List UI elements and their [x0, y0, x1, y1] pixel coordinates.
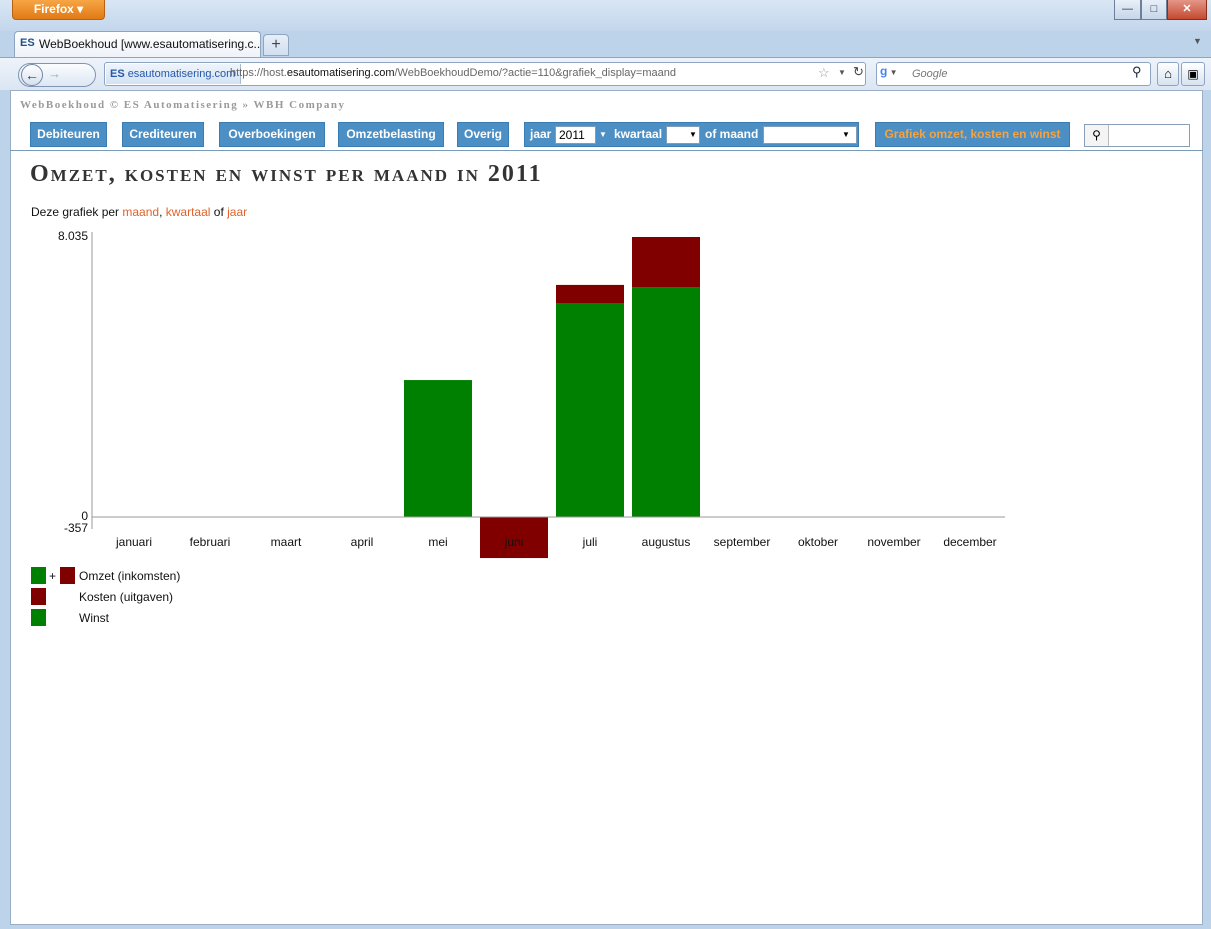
x-tick-label-maart: maart: [271, 535, 302, 549]
y-tick-label: 8.035: [58, 229, 88, 243]
x-tick-label-december: december: [943, 535, 996, 549]
legend-omzet-label: Omzet (inkomsten): [79, 569, 181, 583]
x-tick-label-oktober: oktober: [798, 535, 838, 549]
x-tick-label-juli: juli: [582, 535, 598, 549]
legend-kosten-label: Kosten (uitgaven): [79, 590, 174, 604]
legend-plus: +: [49, 569, 57, 583]
x-tick-label-mei: mei: [428, 535, 447, 549]
x-tick-label-november: november: [867, 535, 920, 549]
legend-winst-label: Winst: [79, 611, 109, 625]
legend-kosten-swatch: [31, 588, 46, 605]
legend-omzet-kosten-swatch: [60, 567, 75, 584]
legend-winst-swatch: [31, 609, 46, 626]
y-tick-label: -357: [64, 521, 88, 535]
bar-kosten-juli: [556, 284, 624, 304]
x-tick-labels: januari februari maart april mei juni juli augu…: [115, 535, 997, 549]
x-tick-label-januari: januari: [115, 535, 152, 549]
x-tick-label-juni: juni: [504, 535, 524, 549]
x-tick-label-augustus: augustus: [642, 535, 691, 549]
x-tick-label-april: april: [351, 535, 374, 549]
x-tick-label-februari: februari: [190, 535, 231, 549]
bar-winst-juli: [556, 303, 624, 517]
legend-omzet-winst-swatch: [31, 567, 46, 584]
bar-kosten-augustus: [632, 237, 700, 288]
chart: 8.035 0 -357 januari februari maart april me…: [58, 229, 1005, 559]
bar-winst-mei: [404, 380, 472, 517]
chart-bars: [404, 237, 700, 559]
bar-winst-augustus: [632, 287, 700, 517]
x-tick-label-september: september: [714, 535, 771, 549]
